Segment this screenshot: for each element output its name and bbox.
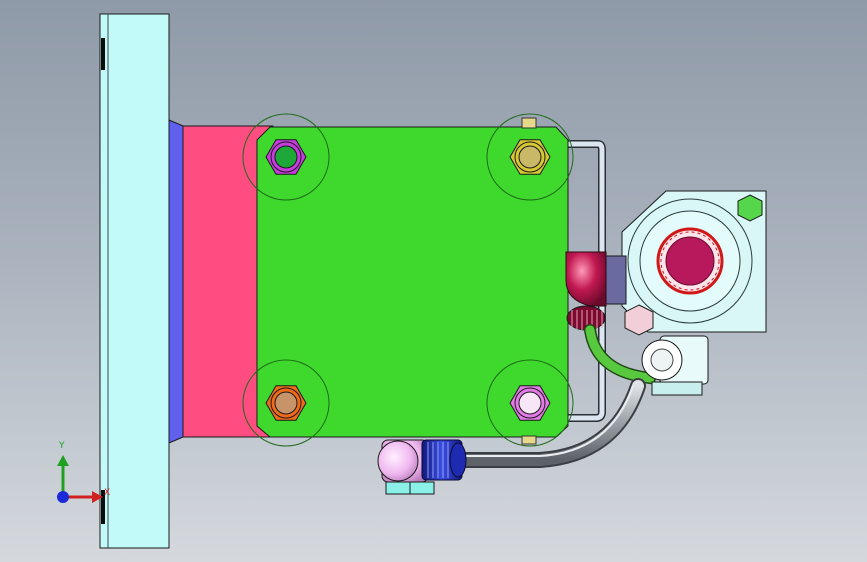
flange-fitting[interactable] [621, 190, 767, 336]
triad-z-axis [57, 491, 69, 503]
elbow-fitting[interactable] [565, 251, 627, 331]
cad-model-view[interactable] [0, 0, 867, 562]
triad-y-label: Y [59, 441, 65, 451]
triad-x-label: X [104, 488, 111, 498]
cad-viewport[interactable]: Y X [0, 0, 867, 562]
side-strip[interactable] [168, 119, 184, 444]
flange-hex-pink [624, 304, 654, 336]
flange-hex-green [737, 194, 763, 222]
plate-slot-top [101, 38, 105, 70]
stud-bottom [521, 435, 537, 445]
mounting-plate[interactable] [99, 13, 170, 549]
triad-y-arrow [57, 455, 69, 466]
coordinate-triad [57, 455, 103, 503]
bolt-center [518, 391, 542, 415]
bolt-center [274, 391, 298, 415]
bolt-center [518, 145, 542, 169]
bolt-center [274, 145, 298, 169]
hose-connector[interactable] [641, 335, 709, 396]
stud-top [521, 117, 537, 129]
knurled-nut[interactable] [421, 439, 467, 481]
